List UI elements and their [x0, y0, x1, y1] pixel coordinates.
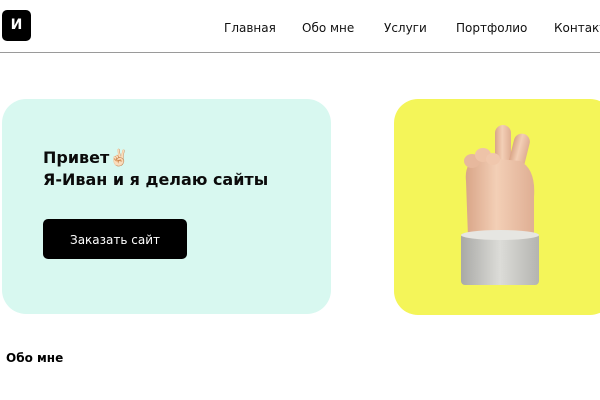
nav-link-portfolio[interactable]: Портфолио: [456, 20, 527, 36]
site-header: И Главная Обо мне Услуги Портфолио Конта…: [0, 0, 600, 53]
victory-hand-icon: [461, 125, 539, 285]
hero-image-card: [394, 99, 600, 315]
about-heading: Обо мне: [6, 351, 64, 365]
hero-greeting: Привет✌🏻: [43, 148, 130, 167]
hero-subtitle: Я-Иван и я делаю сайты: [43, 170, 269, 189]
nav-link-services[interactable]: Услуги: [384, 20, 427, 36]
nav-link-contacts[interactable]: Контакт: [554, 20, 600, 36]
nav-link-about[interactable]: Обо мне: [302, 20, 354, 36]
nav-link-home[interactable]: Главная: [224, 20, 276, 36]
hero-title: Привет✌🏻 Я-Иван и я делаю сайты: [43, 147, 323, 191]
hero-card: Привет✌🏻 Я-Иван и я делаю сайты Заказать…: [2, 99, 331, 314]
order-site-button[interactable]: Заказать сайт: [43, 219, 187, 259]
main-nav: Главная Обо мне Услуги Портфолио Контакт: [0, 20, 600, 38]
page: И Главная Обо мне Услуги Портфолио Конта…: [0, 0, 600, 400]
